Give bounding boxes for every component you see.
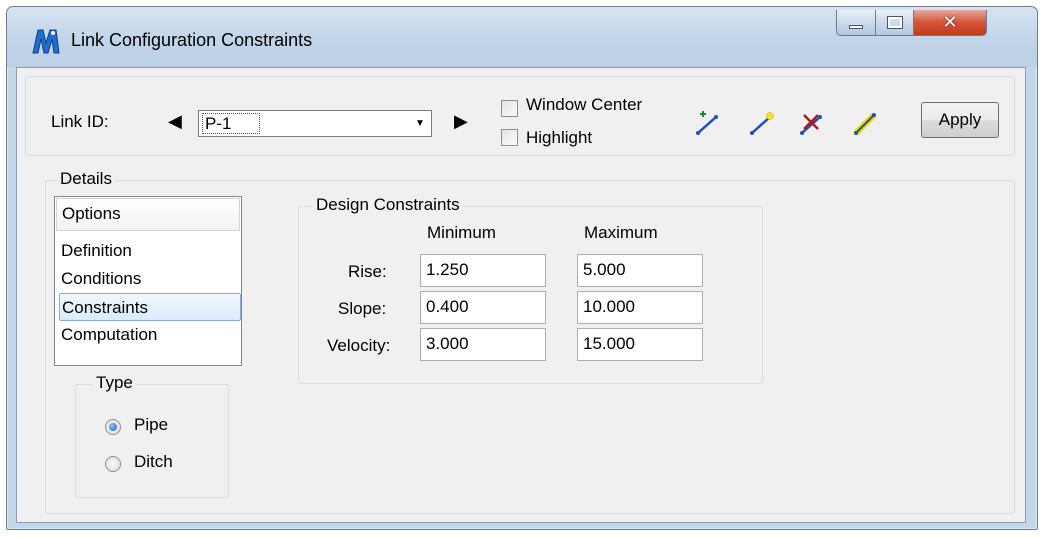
ditch-label: Ditch: [134, 452, 173, 471]
next-link-icon[interactable]: ▶: [454, 111, 468, 132]
slope-min-field[interactable]: 0.400: [420, 291, 546, 324]
velocity-max-field[interactable]: 15.000: [577, 328, 703, 361]
previous-link-icon[interactable]: ◀: [168, 111, 182, 132]
velocity-label: Velocity:: [327, 336, 391, 355]
window-center-checkbox[interactable]: [501, 100, 518, 117]
rise-min-field[interactable]: 1.250: [420, 254, 546, 287]
pipe-label: Pipe: [134, 415, 169, 434]
link-id-value: P-1: [205, 114, 232, 133]
maximize-icon: [886, 16, 903, 29]
minimize-button[interactable]: [836, 10, 876, 36]
list-item-constraints[interactable]: Constraints: [59, 293, 241, 321]
link-id-label: Link ID:: [51, 112, 109, 131]
type-title: Type: [93, 373, 136, 393]
rise-label: Rise:: [348, 262, 387, 281]
pipe-radio[interactable]: [105, 419, 121, 435]
design-constraints-title: Design Constraints: [313, 195, 463, 215]
dialog-window: Link Configuration Constraints ✕ Link ID…: [6, 6, 1038, 530]
type-group: [75, 384, 229, 498]
maximum-header: Maximum: [584, 223, 658, 242]
highlight-checkbox[interactable]: [501, 129, 518, 146]
minimum-header: Minimum: [427, 223, 496, 242]
dialog-client-area: Link ID: ◀ P-1 ▼ ▶ Window Center Highlig…: [16, 67, 1026, 523]
title-bar[interactable]: Link Configuration Constraints ✕: [7, 7, 1037, 67]
list-item-definition[interactable]: Definition: [59, 237, 241, 265]
options-header[interactable]: Options: [56, 198, 240, 231]
velocity-min-field[interactable]: 3.000: [420, 328, 546, 361]
apply-button[interactable]: Apply: [921, 102, 999, 138]
window-center-label: Window Center: [526, 95, 643, 114]
close-icon: ✕: [942, 12, 958, 33]
list-item-computation[interactable]: Computation: [59, 321, 241, 349]
window-title: Link Configuration Constraints: [71, 30, 313, 50]
ditch-radio[interactable]: [105, 456, 121, 472]
options-listbox[interactable]: Options Definition Conditions Constraint…: [54, 196, 242, 366]
highlight-label: Highlight: [526, 128, 593, 147]
list-item-conditions[interactable]: Conditions: [59, 265, 241, 293]
slope-label: Slope:: [338, 299, 387, 318]
maximize-button[interactable]: [876, 10, 914, 36]
close-button[interactable]: ✕: [914, 10, 987, 36]
select-link-icon[interactable]: [748, 109, 776, 137]
link-toolbar: Link ID: ◀ P-1 ▼ ▶ Window Center Highlig…: [25, 76, 1015, 156]
add-link-icon[interactable]: [694, 109, 722, 137]
slope-max-field[interactable]: 10.000: [577, 291, 703, 324]
details-title: Details: [57, 169, 115, 189]
link-id-dropdown[interactable]: P-1 ▼: [198, 110, 432, 137]
app-icon: [32, 29, 60, 54]
chevron-down-icon[interactable]: ▼: [410, 112, 430, 135]
rise-max-field[interactable]: 5.000: [577, 254, 703, 287]
highlight-link-icon[interactable]: [852, 109, 880, 137]
delete-link-icon[interactable]: [798, 109, 826, 137]
minimize-icon: [849, 24, 863, 29]
